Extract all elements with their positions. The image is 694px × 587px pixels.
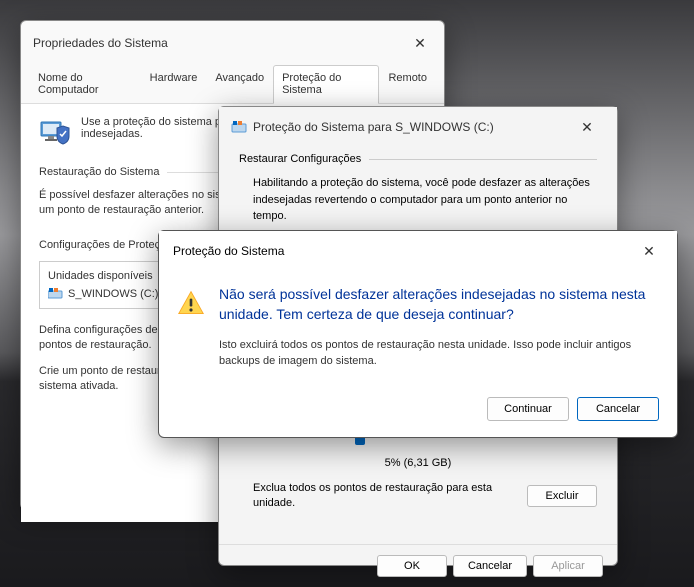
close-button[interactable]: ✕ <box>569 115 605 139</box>
tab-advanced[interactable]: Avançado <box>206 65 273 103</box>
drive-icon <box>231 119 247 135</box>
titlebar: Proteção do Sistema para S_WINDOWS (C:) … <box>219 107 617 147</box>
close-icon: ✕ <box>643 243 655 260</box>
close-button[interactable]: ✕ <box>631 239 667 263</box>
sub-message: Isto excluirá todos os pontos de restaur… <box>219 338 657 369</box>
close-icon: ✕ <box>581 119 593 136</box>
close-button[interactable]: ✕ <box>402 31 438 55</box>
dialog-body: Não será possível desfazer alterações in… <box>159 271 677 387</box>
apply-button[interactable]: Aplicar <box>533 555 603 577</box>
window-title: Propriedades do Sistema <box>33 36 402 50</box>
continue-button[interactable]: Continuar <box>487 397 569 421</box>
dialog-buttons: OK Cancelar Aplicar <box>219 544 617 587</box>
delete-description: Exclua todos os pontos de restauração pa… <box>253 481 517 512</box>
drive-icon <box>48 288 64 300</box>
titlebar: Propriedades do Sistema ✕ <box>21 21 444 65</box>
tab-computer-name[interactable]: Nome do Computador <box>29 65 141 103</box>
main-message: Não será possível desfazer alterações in… <box>219 285 657 324</box>
window-title: Proteção do Sistema para S_WINDOWS (C:) <box>253 120 569 134</box>
ok-button[interactable]: OK <box>377 555 447 577</box>
warning-icon <box>177 289 205 317</box>
section-config-label: Configurações de Proteção <box>39 239 172 251</box>
shield-monitor-icon <box>39 116 71 148</box>
window-title: Proteção do Sistema <box>173 244 631 258</box>
titlebar: Proteção do Sistema ✕ <box>159 231 677 271</box>
tab-remote[interactable]: Remoto <box>379 65 436 103</box>
delete-button[interactable]: Excluir <box>527 485 597 507</box>
confirmation-dialog: Proteção do Sistema ✕ Não será possível … <box>158 230 678 438</box>
slider-value: 5% (6,31 GB) <box>239 457 597 469</box>
restore-description: Habilitando a proteção do sistema, você … <box>239 175 597 225</box>
group-restore-label: Restaurar Configurações <box>239 153 361 165</box>
section-restore-label: Restauração do Sistema <box>39 166 159 178</box>
close-icon: ✕ <box>414 35 426 52</box>
tab-hardware[interactable]: Hardware <box>141 65 207 103</box>
cancel-button[interactable]: Cancelar <box>453 555 527 577</box>
tab-strip: Nome do Computador Hardware Avançado Pro… <box>21 65 444 104</box>
cancel-button[interactable]: Cancelar <box>577 397 659 421</box>
tab-system-protection[interactable]: Proteção do Sistema <box>273 65 379 104</box>
drive-name: S_WINDOWS (C:) <box>68 288 158 300</box>
dialog-buttons: Continuar Cancelar <box>159 387 677 437</box>
